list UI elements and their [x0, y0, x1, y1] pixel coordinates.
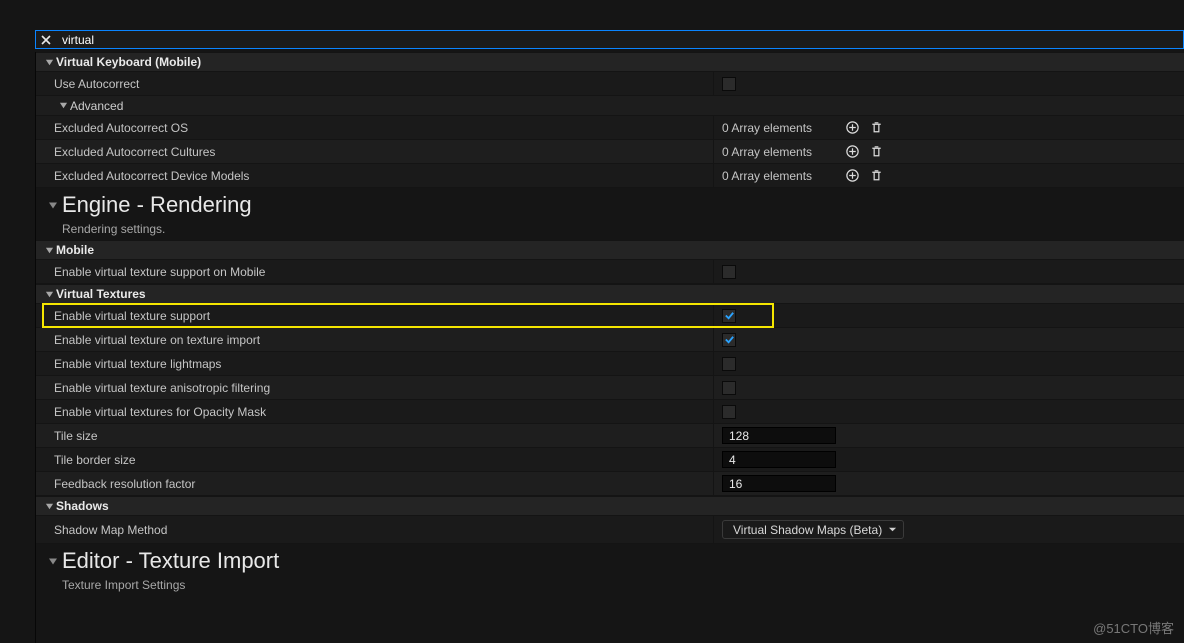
checkbox-mobile-vt[interactable]: [722, 265, 736, 279]
prop-label: Use Autocorrect: [54, 77, 139, 91]
dropdown-value: Virtual Shadow Maps (Beta): [733, 523, 882, 537]
section-subtitle: Texture Import Settings: [48, 578, 1184, 592]
prop-enable-vt: Enable virtual texture support: [36, 304, 1184, 328]
checkbox-use-autocorrect[interactable]: [722, 77, 736, 91]
prop-label: Enable virtual texture support: [54, 309, 210, 323]
trash-icon[interactable]: [868, 120, 884, 136]
checkbox-vt-aniso[interactable]: [722, 381, 736, 395]
prop-vt-opacity: Enable virtual textures for Opacity Mask: [36, 400, 1184, 424]
trash-icon[interactable]: [868, 168, 884, 184]
section-engine-rendering: Engine - Rendering Rendering settings.: [36, 188, 1184, 240]
category-label: Virtual Textures: [56, 287, 146, 301]
checkbox-vt-opacity[interactable]: [722, 405, 736, 419]
collapse-icon: [44, 289, 54, 299]
prop-label: Excluded Autocorrect Device Models: [54, 169, 249, 183]
prop-label: Tile size: [54, 429, 98, 443]
collapse-icon: [58, 101, 68, 111]
category-label: Mobile: [56, 243, 94, 257]
collapse-icon: [44, 57, 54, 67]
prop-label: Enable virtual texture anisotropic filte…: [54, 381, 270, 395]
section-editor-texture-import: Editor - Texture Import Texture Import S…: [36, 544, 1184, 596]
prop-shadow-method: Shadow Map Method Virtual Shadow Maps (B…: [36, 516, 1184, 544]
prop-label: Excluded Autocorrect OS: [54, 121, 188, 135]
array-summary: 0 Array elements: [722, 121, 814, 135]
input-feedback[interactable]: [722, 475, 836, 492]
search-bar: [35, 30, 1184, 49]
checkbox-vt-import[interactable]: [722, 333, 736, 347]
array-summary: 0 Array elements: [722, 145, 814, 159]
prop-label: Tile border size: [54, 453, 136, 467]
checkbox-vt-lightmaps[interactable]: [722, 357, 736, 371]
search-input[interactable]: [56, 33, 1183, 47]
array-summary: 0 Array elements: [722, 169, 814, 183]
prop-vt-import: Enable virtual texture on texture import: [36, 328, 1184, 352]
prop-excluded-cultures: Excluded Autocorrect Cultures 0 Array el…: [36, 140, 1184, 164]
prop-tile-size: Tile size: [36, 424, 1184, 448]
collapse-icon[interactable]: [48, 200, 58, 210]
collapse-icon[interactable]: [48, 556, 58, 566]
category-virtual-keyboard[interactable]: Virtual Keyboard (Mobile): [36, 52, 1184, 72]
add-icon[interactable]: [844, 168, 860, 184]
prop-excluded-models: Excluded Autocorrect Device Models 0 Arr…: [36, 164, 1184, 188]
prop-mobile-enable-vt: Enable virtual texture support on Mobile: [36, 260, 1184, 284]
prop-label: Enable virtual textures for Opacity Mask: [54, 405, 266, 419]
dropdown-shadow-method[interactable]: Virtual Shadow Maps (Beta): [722, 520, 904, 539]
add-icon[interactable]: [844, 120, 860, 136]
prop-label: Enable virtual texture support on Mobile: [54, 265, 265, 279]
prop-vt-aniso: Enable virtual texture anisotropic filte…: [36, 376, 1184, 400]
prop-tile-border: Tile border size: [36, 448, 1184, 472]
trash-icon[interactable]: [868, 144, 884, 160]
prop-label: Enable virtual texture lightmaps: [54, 357, 221, 371]
category-label: Shadows: [56, 499, 109, 513]
clear-search-icon[interactable]: [36, 31, 56, 49]
prop-vt-lightmaps: Enable virtual texture lightmaps: [36, 352, 1184, 376]
prop-label: Enable virtual texture on texture import: [54, 333, 260, 347]
advanced-header[interactable]: Advanced: [36, 96, 1184, 116]
prop-label: Excluded Autocorrect Cultures: [54, 145, 215, 159]
advanced-label: Advanced: [70, 99, 123, 113]
chevron-down-icon: [888, 523, 897, 537]
input-tile-size[interactable]: [722, 427, 836, 444]
category-mobile[interactable]: Mobile: [36, 240, 1184, 260]
prop-label: Shadow Map Method: [54, 523, 167, 537]
collapse-icon: [44, 245, 54, 255]
section-title: Engine - Rendering: [62, 192, 252, 218]
collapse-icon: [44, 501, 54, 511]
prop-feedback: Feedback resolution factor: [36, 472, 1184, 496]
prop-use-autocorrect: Use Autocorrect: [36, 72, 1184, 96]
category-shadows[interactable]: Shadows: [36, 496, 1184, 516]
section-subtitle: Rendering settings.: [48, 222, 1184, 236]
prop-excluded-os: Excluded Autocorrect OS 0 Array elements: [36, 116, 1184, 140]
prop-label: Feedback resolution factor: [54, 477, 195, 491]
category-label: Virtual Keyboard (Mobile): [56, 55, 201, 69]
section-title: Editor - Texture Import: [62, 548, 279, 574]
category-virtual-textures[interactable]: Virtual Textures: [36, 284, 1184, 304]
checkbox-enable-vt[interactable]: [722, 309, 736, 323]
input-tile-border[interactable]: [722, 451, 836, 468]
watermark: @51CTO博客: [1093, 618, 1174, 637]
add-icon[interactable]: [844, 144, 860, 160]
